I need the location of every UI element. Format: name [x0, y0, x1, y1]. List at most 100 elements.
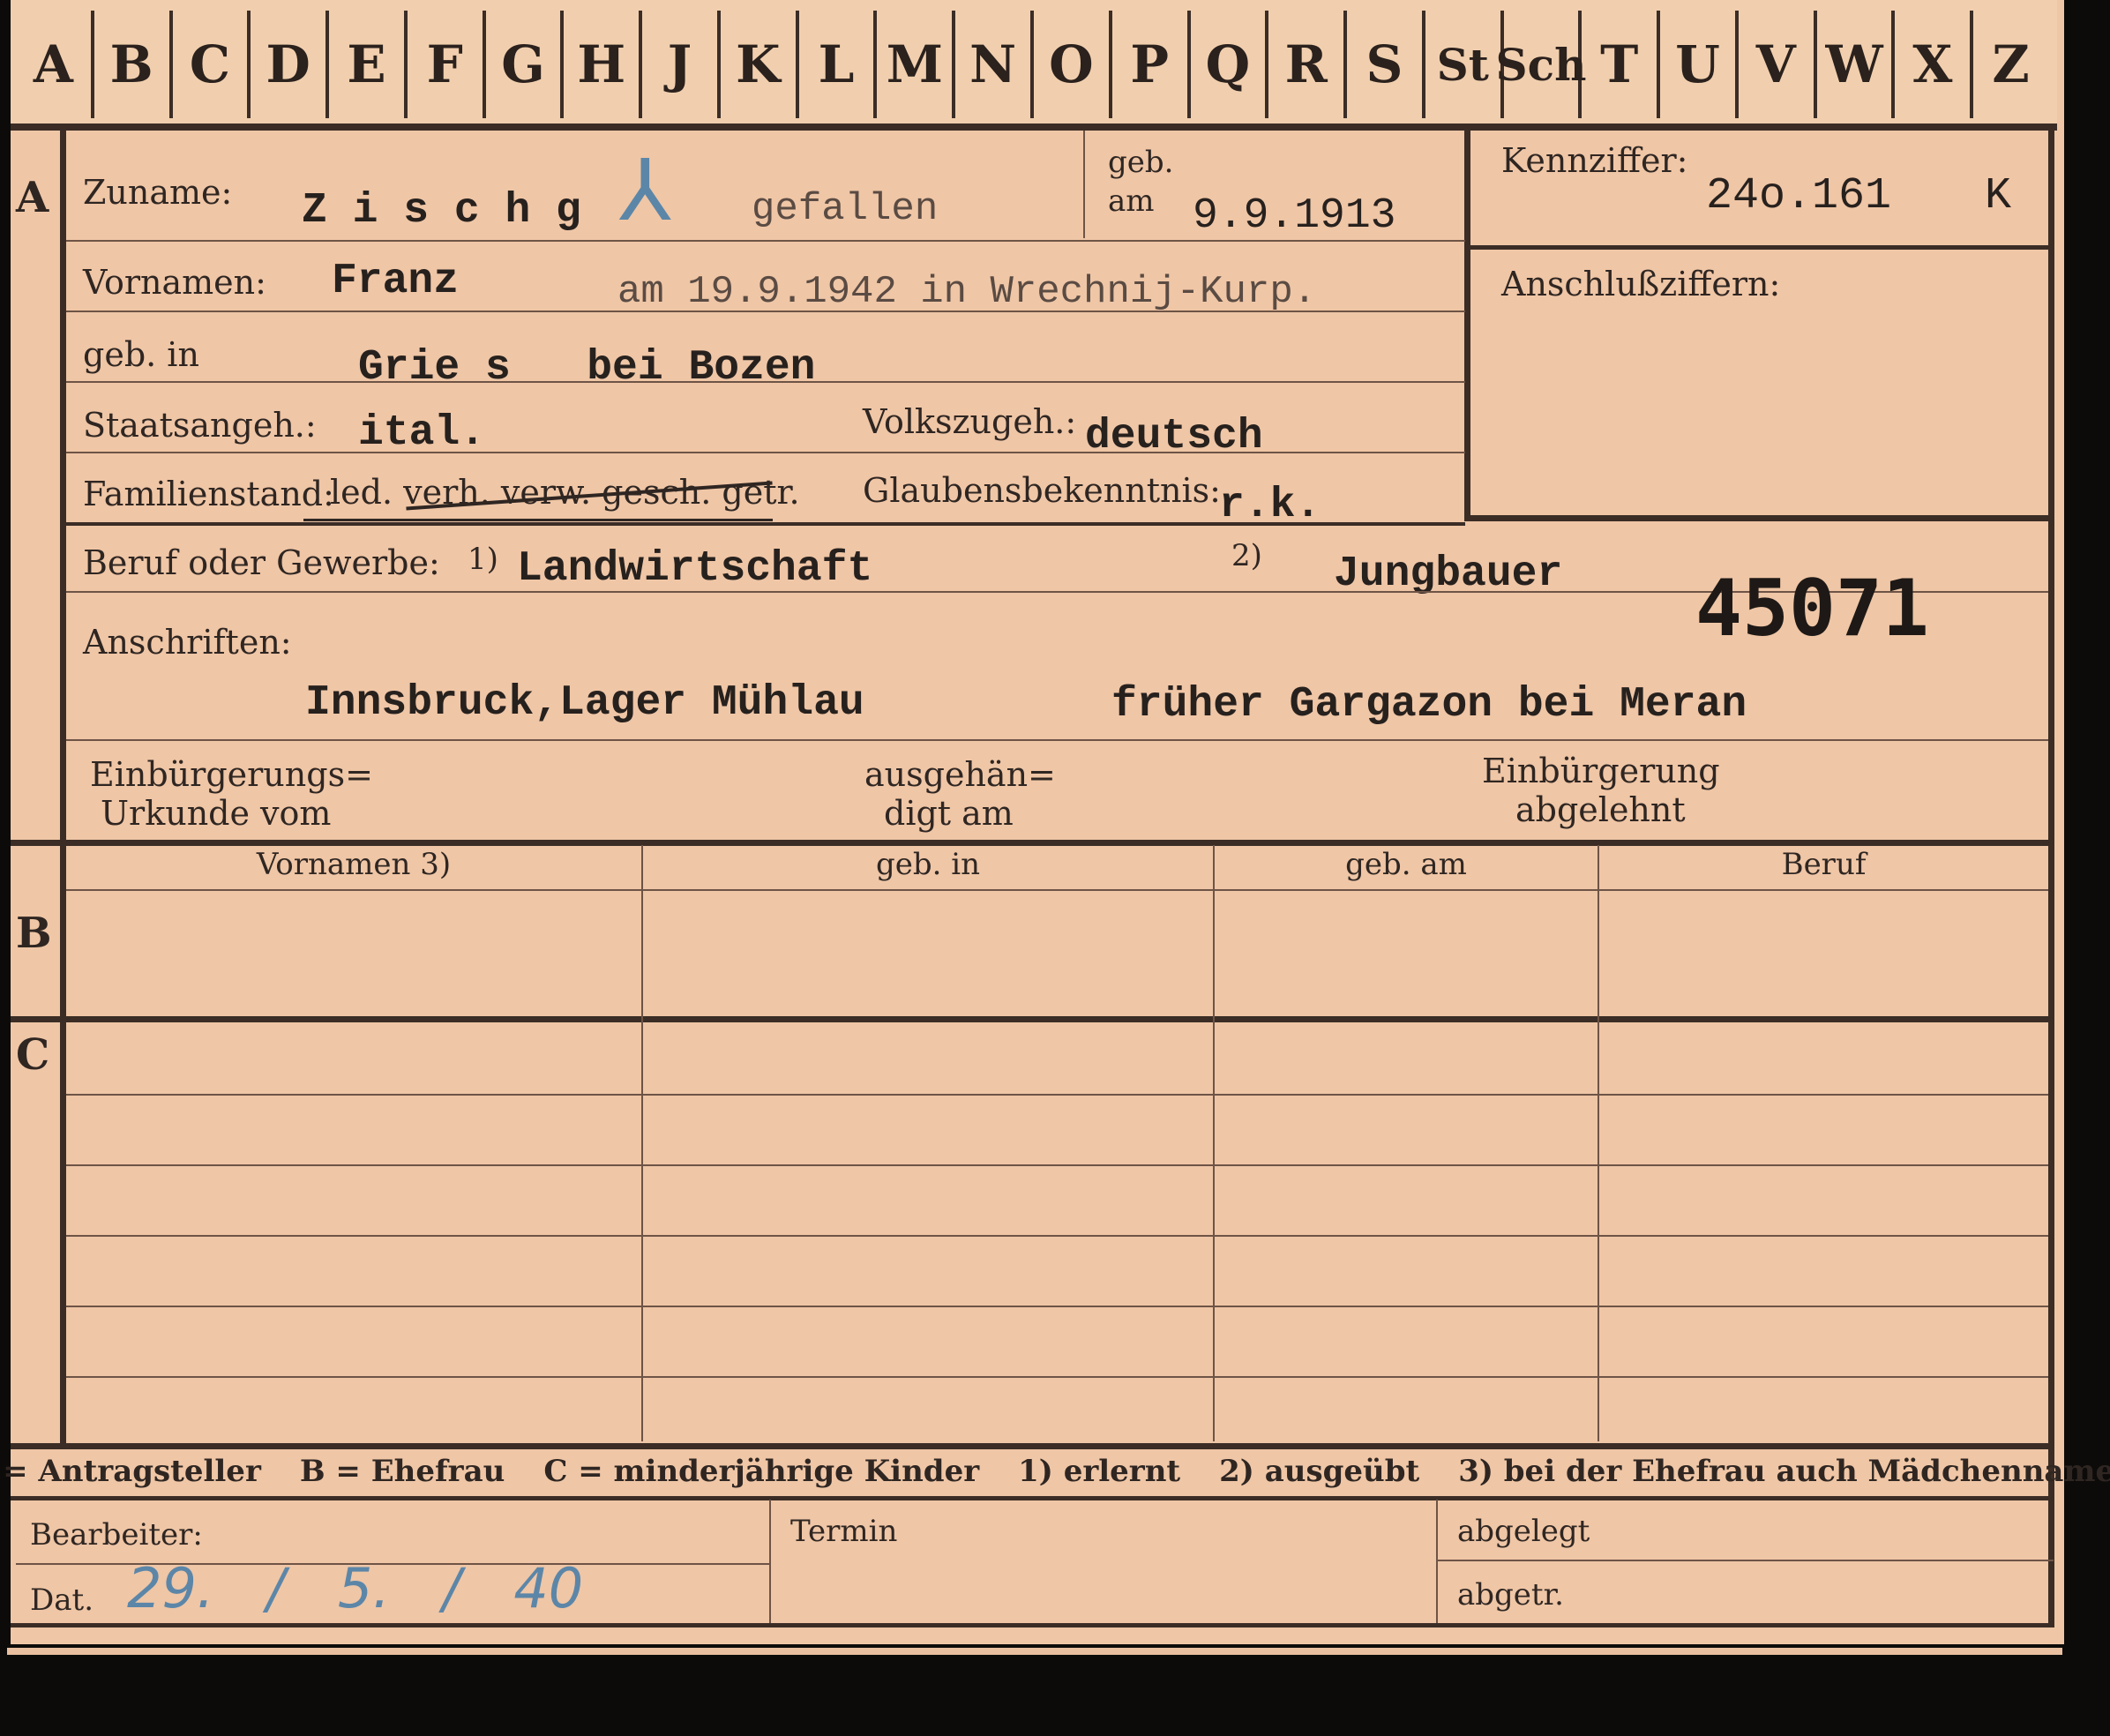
row-line-2 [66, 311, 1465, 312]
ausgehaendigt-label-2: digt am [884, 794, 1014, 833]
zuname-pen-mark-icon: ⅄ [619, 141, 671, 240]
familienstand-underline [303, 519, 773, 521]
dat-label: Dat. [30, 1583, 94, 1618]
anschriften-label: Anschriften: [83, 623, 292, 662]
row-line-7 [66, 739, 2048, 741]
alphabet-tab-a[interactable]: A [16, 11, 94, 118]
section-b-bottom-line [11, 1016, 2054, 1022]
table-header-line [66, 889, 2048, 891]
alphabet-tab-st[interactable]: St [1425, 11, 1504, 118]
alphabet-tab-h[interactable]: H [564, 11, 643, 118]
alphabet-tab-n[interactable]: N [955, 11, 1034, 118]
familienstand-options: led. verh. verw. gesch. getr. [330, 473, 800, 512]
alphabet-tab-u[interactable]: U [1660, 11, 1739, 118]
kennziffer-divider [1470, 245, 2048, 250]
geb-in-value: Grie s bei Bozen [358, 344, 816, 392]
vornamen-label: Vornamen: [83, 263, 266, 302]
alphabet-tab-p[interactable]: P [1112, 11, 1191, 118]
beruf-mark-1: 1) [468, 542, 498, 577]
alphabet-tab-q[interactable]: Q [1191, 11, 1269, 118]
section-b-letter: B [16, 909, 52, 958]
zuname-label: Zuname: [83, 173, 233, 212]
legend-note-1: 1) erlernt [1018, 1454, 1181, 1489]
geb-am-label-2: am [1108, 183, 1155, 219]
alphabet-tab-c[interactable]: C [173, 11, 251, 118]
einb-urkunde-label-2: Urkunde vom [101, 794, 332, 833]
alphabet-tab-x[interactable]: X [1895, 11, 1974, 118]
familienstand-label: Familienstand: [83, 475, 334, 513]
alphabet-tab-w[interactable]: W [1817, 11, 1896, 118]
legend-bar: A = Antragsteller B = Ehefrau C = minder… [0, 1448, 2110, 1494]
geb-am-divider [1083, 131, 1085, 238]
bearbeiter-label: Bearbeiter: [30, 1517, 203, 1553]
table-col-line-1 [641, 845, 643, 1441]
footer-col-line-2 [1436, 1500, 1438, 1623]
row-line-5 [66, 522, 1465, 526]
alphabet-tab-r[interactable]: R [1268, 11, 1348, 118]
anschlussziffern-label: Anschlußziffern: [1501, 265, 1781, 303]
kennziffer-label: Kennziffer: [1501, 141, 1688, 180]
alphabet-tab-j[interactable]: J [642, 11, 721, 118]
ausgehaendigt-label-1: ausgehän= [864, 755, 1056, 794]
alphabet-tab-strip: A B C D E F G H J K L M N O P Q R S St Sch T U V W X Z [11, 0, 2057, 131]
alphabet-tab-v[interactable]: V [1739, 11, 1817, 118]
legend-c: C = minderjährige Kinder [543, 1454, 980, 1489]
beruf-label: Beruf oder Gewerbe: [83, 543, 440, 582]
anschrift-1: Innsbruck,Lager Mühlau [305, 679, 864, 727]
vornamen-note: am 19.9.1942 in Wrechnij-Kurp. [617, 270, 1317, 314]
einb-abgelehnt-label-1: Einbürgerung [1482, 752, 1720, 790]
legend-a: A = Antragsteller [0, 1454, 261, 1489]
section-c-letter: C [16, 1030, 50, 1080]
section-a-letter: A [16, 173, 49, 222]
alphabet-tab-s[interactable]: S [1347, 11, 1425, 118]
legend-note-3: 3) bei der Ehefrau auch Mädchenname [1458, 1454, 2110, 1489]
section-a-bottom-line [11, 840, 2054, 846]
table-header-beruf: Beruf [1781, 847, 1867, 882]
alphabet-tab-b[interactable]: B [94, 11, 173, 118]
alphabet-tab-d[interactable]: D [251, 11, 330, 118]
table-row-line-5 [66, 1376, 2048, 1378]
legend-b: B = Ehefrau [299, 1454, 505, 1489]
row-line-1 [66, 240, 1465, 242]
table-row-line-1 [66, 1094, 2048, 1096]
legend-bottom-line [11, 1496, 2054, 1500]
termin-label: Termin [790, 1514, 898, 1549]
alphabet-tab-l[interactable]: L [799, 11, 878, 118]
footer-col-line-1 [769, 1500, 771, 1623]
footer-bottom-line [11, 1623, 2054, 1628]
table-row-line-4 [66, 1306, 2048, 1307]
anschrift-2: früher Gargazon bei Meran [1111, 681, 1747, 729]
geb-am-label-1: geb. [1108, 145, 1174, 180]
alphabet-tab-m[interactable]: M [877, 11, 956, 118]
table-row-line-3 [66, 1235, 2048, 1237]
legend-note-2: 2) ausgeübt [1219, 1454, 1420, 1489]
table-col-line-2 [1213, 845, 1215, 1441]
table-header-vornamen: Vornamen 3) [256, 847, 452, 882]
row-line-3 [66, 381, 1465, 383]
beruf-value-1: Landwirtschaft [517, 545, 873, 593]
footer-mid-line-2 [1436, 1560, 2054, 1561]
left-frame-line [60, 123, 66, 1447]
einb-urkunde-label-1: Einbürgerungs= [90, 755, 373, 794]
alphabet-tab-f[interactable]: F [408, 11, 486, 118]
alphabet-tab-o[interactable]: O [1034, 11, 1112, 118]
alphabet-tab-e[interactable]: E [329, 11, 408, 118]
glaubens-label: Glaubensbekenntnis: [863, 471, 1221, 510]
zuname-note: gefallen [752, 187, 939, 231]
beruf-mark-2: 2) [1231, 538, 1262, 573]
kennziffer-value: 24o.161 [1706, 171, 1892, 221]
alphabet-tab-sch[interactable]: Sch [1496, 11, 1586, 118]
alphabet-tab-t[interactable]: T [1582, 11, 1661, 118]
alphabet-tab-z[interactable]: Z [1973, 11, 2048, 118]
alphabet-tab-k[interactable]: K [721, 11, 799, 118]
alphabet-tab-g[interactable]: G [486, 11, 565, 118]
kennziffer-suffix: K [1985, 171, 2012, 221]
table-header-geb-am: geb. am [1345, 847, 1467, 882]
einb-abgelehnt-label-2: abgelehnt [1515, 790, 1686, 829]
abgelegt-label: abgelegt [1457, 1514, 1590, 1549]
dat-handwritten-value: 29. / 5. / 40 [127, 1556, 584, 1620]
geb-am-value: 9.9.1913 [1193, 192, 1396, 240]
vornamen-value: Franz [332, 258, 460, 305]
row-line-4 [66, 452, 1465, 453]
right-frame-line [2048, 123, 2054, 1623]
